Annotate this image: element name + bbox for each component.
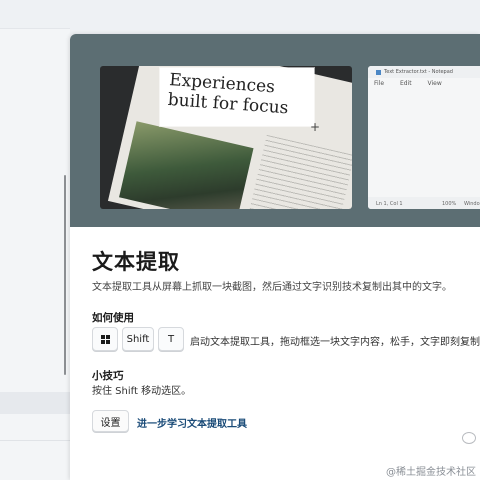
notepad-titlebar: Text Extractor.txt - Notepad [368, 66, 480, 78]
notepad-statusbar: Ln 1, Col 1 100% Windo [368, 197, 480, 209]
notepad-title: Text Extractor.txt - Notepad [384, 69, 453, 75]
learn-more-link[interactable]: 进一步学习文本提取工具 [137, 415, 247, 430]
how-to-use-heading: 如何使用 [92, 312, 134, 324]
windows-logo-icon [100, 334, 110, 344]
notepad-status-zoom: 100% [442, 201, 457, 207]
hero-banner: Experiences built for focus + Text Extra… [70, 34, 480, 227]
key-t: T [158, 327, 184, 351]
description: 文本提取工具从屏幕上抓取一块截图，然后通过文字识别技术复制出其中的文字。 [92, 282, 452, 293]
notepad-status-position: Ln 1, Col 1 [376, 201, 403, 207]
notepad-menu-edit: Edit [399, 80, 412, 87]
notepad-menu-file: File [374, 80, 385, 87]
watermark: @稀土掘金技术社区 [386, 467, 476, 478]
notepad-menu: File Edit View [374, 80, 456, 87]
tips-text: 按住 Shift 移动选区。 [92, 386, 192, 397]
page-title: 文本提取 [92, 250, 180, 274]
background-list-item-selected[interactable] [0, 392, 70, 414]
settings-button[interactable]: 设置 [92, 410, 129, 432]
notepad-icon [376, 69, 381, 75]
book-screenshot: Experiences built for focus + [100, 66, 352, 209]
key-shift: Shift [122, 327, 154, 351]
book-heading: Experiences built for focus [167, 70, 290, 119]
book-body-text [246, 134, 352, 209]
shortcut-instruction: 启动文本提取工具，拖动框选一块文字内容，松手，文字即刻复制到 [190, 337, 480, 348]
crosshair-icon: + [310, 120, 321, 134]
background-scrollbar[interactable] [64, 175, 66, 375]
book-photo [119, 121, 254, 209]
notepad-screenshot: Text Extractor.txt - Notepad File Edit V… [368, 66, 480, 209]
notepad-status-lineending: Windo [464, 201, 480, 207]
tips-heading: 小技巧 [92, 370, 124, 382]
notepad-menu-view: View [427, 80, 442, 87]
wechat-icon [462, 432, 476, 444]
background-divider [0, 440, 70, 441]
background-window-header [0, 0, 70, 29]
key-windows [92, 327, 118, 351]
